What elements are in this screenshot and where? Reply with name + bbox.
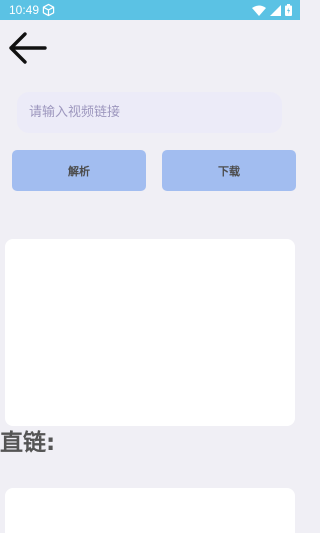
back-button[interactable]: [6, 31, 48, 65]
download-button[interactable]: 下载: [162, 150, 296, 191]
wifi-icon: [252, 5, 266, 16]
battery-icon: [285, 4, 292, 16]
status-time: 10:49: [9, 3, 40, 17]
signal-icon: [270, 4, 281, 16]
parse-button[interactable]: 解析: [12, 150, 146, 191]
arrow-left-icon: [9, 32, 47, 64]
status-bar: 10:49: [0, 0, 300, 20]
direct-link-label: 直链:: [0, 430, 56, 456]
cube-icon: [42, 3, 55, 17]
direct-link-card: [5, 488, 295, 533]
video-link-input[interactable]: [17, 92, 282, 133]
video-link-input-container: [17, 92, 282, 133]
result-card: [5, 239, 295, 426]
status-icons: [252, 4, 292, 16]
